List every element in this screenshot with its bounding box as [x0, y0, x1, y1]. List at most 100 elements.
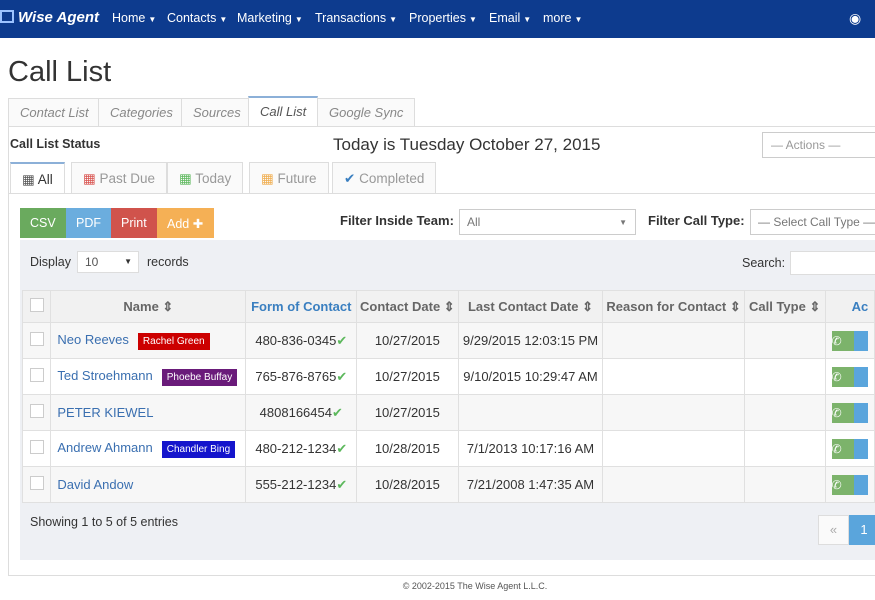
row-checkbox[interactable] [29, 368, 44, 382]
row-select[interactable] [21, 430, 52, 467]
divider [8, 193, 875, 194]
tab-contact-list[interactable]: Contact List [8, 98, 101, 127]
row-checkbox[interactable] [29, 440, 44, 454]
contact-date-cell: 10/28/2015 [356, 466, 459, 503]
col-last-contact-date[interactable]: Last Contact Date ⇕ [457, 290, 604, 323]
contact-name-link[interactable]: Andrew Ahmann [57, 440, 152, 455]
filter-type-select[interactable]: — Select Call Type — [750, 209, 875, 235]
contact-date-cell: 10/27/2015 [356, 358, 459, 395]
select-all[interactable] [21, 290, 52, 323]
logo-icon [0, 10, 14, 23]
contact-name-link[interactable]: Ted Stroehmann [57, 368, 152, 383]
contact-date-cell: 10/27/2015 [356, 322, 459, 359]
last-contact-cell: 7/21/2008 1:47:35 AM [457, 466, 604, 503]
brand-logo[interactable]: Wise Agent [0, 9, 99, 26]
status-tab-future[interactable]: ▦ Future [249, 162, 329, 194]
check-icon: ✔ [336, 368, 348, 384]
search-input[interactable] [790, 251, 875, 275]
nav-transactions[interactable]: Transactions ▼ [315, 11, 397, 25]
records-label: records [147, 255, 189, 269]
check-icon: ✔ [331, 404, 343, 420]
note-button[interactable] [853, 366, 868, 387]
reason-cell [602, 430, 745, 467]
add-button[interactable]: Add ✚ [157, 208, 214, 238]
tab-google-sync[interactable]: Google Sync [317, 98, 416, 127]
calendar-icon: ▦ [83, 171, 96, 186]
assignee-badge: Phoebe Buffay [161, 368, 238, 386]
pagination-page-1[interactable]: 1 [849, 515, 875, 545]
pagination-prev[interactable]: « [818, 515, 849, 545]
nav-marketing[interactable]: Marketing ▼ [237, 11, 303, 25]
phone-icon[interactable]: ✆ [831, 474, 854, 495]
dashboard-icon[interactable]: ◉ [849, 10, 861, 27]
note-button[interactable] [853, 402, 868, 423]
row-select[interactable] [21, 358, 52, 395]
check-icon: ✔ [344, 171, 356, 186]
display-label: Display [30, 255, 71, 269]
col-call-type[interactable]: Call Type ⇕ [743, 290, 826, 323]
nav-home[interactable]: Home ▼ [112, 11, 156, 25]
actions-dropdown[interactable]: — Actions — [762, 132, 875, 158]
status-label: Call List Status [10, 137, 101, 151]
assignee-badge: Rachel Green [137, 332, 210, 350]
csv-button[interactable]: CSV [20, 208, 66, 238]
pdf-button[interactable]: PDF [66, 208, 111, 238]
print-button[interactable]: Print [111, 208, 157, 238]
col-contact-date[interactable]: Contact Date ⇕ [356, 290, 459, 323]
phone-icon[interactable]: ✆ [831, 438, 854, 459]
phone-cell: 480-836-0345✔ [245, 322, 358, 359]
entries-info: Showing 1 to 5 of 5 entries [30, 515, 179, 529]
note-button[interactable] [853, 330, 868, 351]
nav-more[interactable]: more ▼ [543, 11, 582, 25]
table-row: PETER KIEWEL 4808166454✔ 10/27/2015 ✆ [21, 394, 875, 431]
row-checkbox[interactable] [29, 476, 44, 490]
phone-cell: 480-212-1234✔ [245, 430, 358, 467]
note-button[interactable] [853, 474, 868, 495]
note-button[interactable] [853, 438, 868, 459]
row-select[interactable] [21, 322, 52, 359]
status-tab-past-due[interactable]: ▦ Past Due [71, 162, 168, 194]
actions-cell: ✆ [824, 322, 875, 359]
filter-team-select[interactable]: All ▼ [459, 209, 636, 235]
row-checkbox[interactable] [29, 404, 44, 418]
name-cell: David Andow [50, 466, 247, 503]
tab-sources[interactable]: Sources [181, 98, 253, 127]
status-tab-completed[interactable]: ✔ Completed [332, 162, 437, 194]
nav-email[interactable]: Email ▼ [489, 11, 531, 25]
tab-call-list[interactable]: Call List [248, 96, 319, 126]
col-form-of-contact[interactable]: Form of Contact [245, 290, 358, 323]
phone-icon[interactable]: ✆ [831, 330, 854, 351]
filter-type-label: Filter Call Type: [648, 213, 745, 228]
row-select[interactable] [21, 394, 52, 431]
last-contact-cell: 7/1/2013 10:17:16 AM [457, 430, 604, 467]
check-icon: ✔ [336, 332, 348, 348]
contact-name-link[interactable]: David Andow [57, 477, 133, 492]
status-tab-all[interactable]: ▦ All [10, 162, 65, 194]
call-type-cell [743, 430, 826, 467]
contact-date-cell: 10/28/2015 [356, 430, 459, 467]
display-count-select[interactable]: 10 ▼ [77, 251, 139, 273]
contact-name-link[interactable]: Neo Reeves [57, 332, 129, 347]
nav-contacts[interactable]: Contacts ▼ [167, 11, 227, 25]
last-contact-cell: 9/29/2015 12:03:15 PM [457, 322, 604, 359]
last-contact-cell [457, 394, 604, 431]
phone-icon[interactable]: ✆ [831, 402, 854, 423]
phone-icon[interactable]: ✆ [831, 366, 854, 387]
name-cell: PETER KIEWEL [50, 394, 247, 431]
row-select[interactable] [21, 466, 52, 503]
today-date: Today is Tuesday October 27, 2015 [333, 135, 601, 154]
col-reason[interactable]: Reason for Contact ⇕ [602, 290, 745, 323]
nav-properties[interactable]: Properties ▼ [409, 11, 477, 25]
select-all-checkbox[interactable] [29, 298, 44, 312]
row-checkbox[interactable] [29, 332, 44, 346]
status-tab-today[interactable]: ▦ Today [167, 162, 244, 194]
phone-cell: 4808166454✔ [245, 394, 358, 431]
call-type-cell [743, 358, 826, 395]
actions-cell: ✆ [824, 394, 875, 431]
actions-cell: ✆ [824, 430, 875, 467]
tab-categories[interactable]: Categories [98, 98, 185, 127]
actions-cell: ✆ [824, 358, 875, 395]
contact-name-link[interactable]: PETER KIEWEL [57, 405, 153, 420]
page-title: Call List [8, 56, 112, 88]
col-name[interactable]: Name ⇕ [50, 290, 247, 323]
